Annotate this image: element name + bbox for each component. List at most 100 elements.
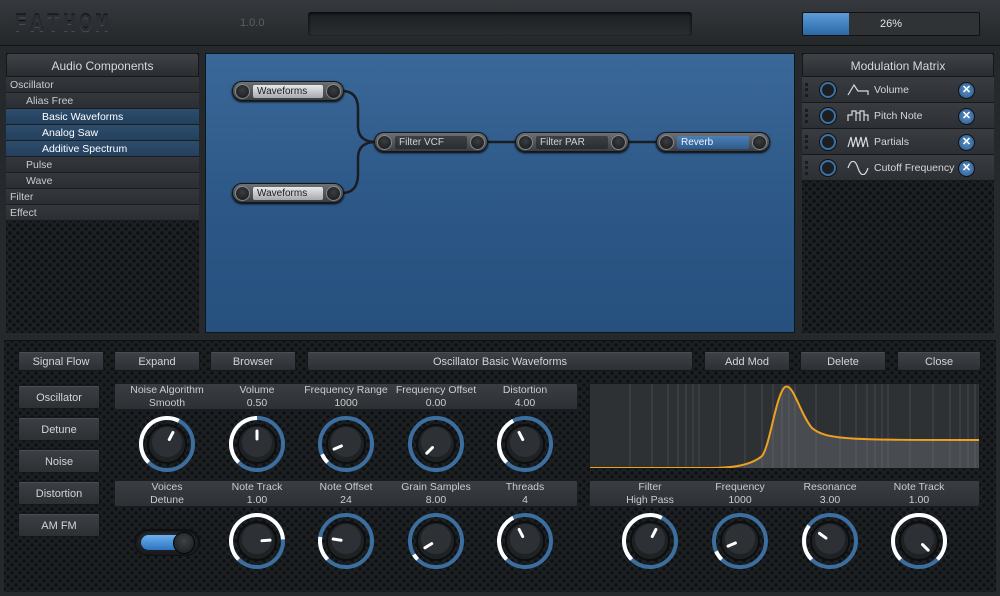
signal-flow-button[interactable]: Signal Flow (18, 351, 104, 371)
param-value: High Pass (626, 494, 674, 506)
tree-item[interactable]: Wave (6, 173, 199, 189)
param-value: 0.50 (246, 397, 268, 409)
section-oscillator-button[interactable]: Oscillator (18, 385, 100, 409)
tree-item[interactable]: Basic Waveforms (6, 109, 199, 125)
mod-row[interactable]: Pitch Note ✕ (802, 103, 994, 129)
node-output-port[interactable] (752, 135, 767, 150)
node-waveforms-1[interactable]: Waveforms (232, 81, 344, 101)
tree-item[interactable]: Filter (6, 189, 199, 205)
tree-item[interactable]: Effect (6, 205, 199, 221)
knob-note-offset[interactable] (317, 512, 375, 570)
drag-handle[interactable] (805, 161, 808, 175)
knob-distortion[interactable] (496, 415, 554, 473)
param-label: Voices Detune (123, 481, 211, 507)
remove-mod-icon[interactable]: ✕ (958, 82, 975, 99)
mod-source-knob[interactable] (820, 134, 836, 150)
node-reverb[interactable]: Reverb (656, 132, 770, 152)
tree-item[interactable]: Pulse (6, 157, 199, 173)
param-value: 4 (522, 494, 528, 506)
node-label: Filter VCF (395, 136, 467, 149)
section-distortion-button[interactable]: Distortion (18, 481, 100, 505)
expand-button[interactable]: Expand (114, 351, 200, 371)
knob-cap (725, 524, 755, 554)
param-label: Frequency Range 1000 (302, 384, 390, 410)
knob-threads[interactable] (496, 512, 554, 570)
knob-filter-resonance[interactable] (801, 512, 859, 570)
node-output-port[interactable] (326, 84, 341, 99)
param-value: Detune (150, 494, 184, 506)
mod-label: Cutoff Frequency (874, 162, 955, 174)
node-input-port[interactable] (235, 186, 250, 201)
filter-response-area (590, 386, 979, 468)
node-input-port[interactable] (377, 135, 392, 150)
node-output-port[interactable] (470, 135, 485, 150)
mod-row[interactable]: Partials ✕ (802, 129, 994, 155)
mod-source-knob[interactable] (820, 82, 836, 98)
node-input-port[interactable] (659, 135, 674, 150)
knob-cap (510, 427, 540, 457)
remove-mod-icon[interactable]: ✕ (958, 160, 975, 177)
knob-cap (510, 524, 540, 554)
tree-item[interactable]: Alias Free (6, 93, 199, 109)
param-label: Volume 0.50 (213, 384, 301, 410)
drag-handle[interactable] (805, 83, 808, 97)
add-mod-button[interactable]: Add Mod (704, 351, 790, 371)
close-button[interactable]: Close (897, 351, 981, 371)
knob-cap (331, 427, 361, 457)
mod-source-knob[interactable] (820, 108, 836, 124)
signal-flow-canvas[interactable]: Waveforms Waveforms Filter VCF Filter PA… (205, 53, 795, 333)
param-label: Threads 4 (481, 481, 569, 507)
drag-handle[interactable] (805, 135, 808, 149)
node-label: Waveforms (253, 85, 323, 98)
param-label: Filter High Pass (606, 481, 694, 507)
delete-button[interactable]: Delete (800, 351, 886, 371)
section-amfm-button[interactable]: AM FM (18, 513, 100, 537)
knob-volume[interactable] (228, 415, 286, 473)
voices-toggle[interactable] (134, 529, 200, 556)
param-value: 1000 (728, 494, 752, 506)
mod-source-knob[interactable] (820, 160, 836, 176)
param-value: 1000 (334, 397, 358, 409)
remove-mod-icon[interactable]: ✕ (958, 134, 975, 151)
audio-components-title: Audio Components (6, 53, 199, 77)
param-name: Volume (239, 384, 275, 396)
knob-note-track[interactable] (228, 512, 286, 570)
wire-wave1-vcf (341, 89, 377, 144)
knob-frequency-range[interactable] (317, 415, 375, 473)
param-name: Filter (638, 481, 662, 493)
voices-toggle-thumb[interactable] (173, 532, 195, 554)
param-label: Frequency 1000 (696, 481, 784, 507)
knob-frequency-offset[interactable] (407, 415, 465, 473)
node-label: Filter PAR (536, 136, 608, 149)
knob-filter-filter[interactable] (621, 512, 679, 570)
param-name: Resonance (803, 481, 857, 493)
node-filter-par[interactable]: Filter PAR (515, 132, 629, 152)
tree-item[interactable]: Analog Saw (6, 125, 199, 141)
node-output-port[interactable] (611, 135, 626, 150)
browser-button[interactable]: Browser (210, 351, 296, 371)
knob-noise-algorithm[interactable] (138, 415, 196, 473)
param-label: Frequency Offset 0.00 (392, 384, 480, 410)
node-output-port[interactable] (326, 186, 341, 201)
tree-item[interactable]: Additive Spectrum (6, 141, 199, 157)
node-input-port[interactable] (235, 84, 250, 99)
modulation-matrix-panel: Modulation Matrix Volume ✕ Pitch Note ✕ Part… (802, 53, 994, 333)
node-filter-vcf[interactable]: Filter VCF (374, 132, 488, 152)
remove-mod-icon[interactable]: ✕ (958, 108, 975, 125)
mod-row[interactable]: Volume ✕ (802, 77, 994, 103)
tree-item[interactable]: Oscillator (6, 77, 199, 93)
knob-grain-samples[interactable] (407, 512, 465, 570)
knob-filter-frequency[interactable] (711, 512, 769, 570)
mod-row[interactable]: Cutoff Frequency ✕ (802, 155, 994, 181)
section-noise-button[interactable]: Noise (18, 449, 100, 473)
param-label: Resonance 3.00 (786, 481, 874, 507)
node-waveforms-2[interactable]: Waveforms (232, 183, 344, 203)
drag-handle[interactable] (805, 109, 808, 123)
node-input-port[interactable] (518, 135, 533, 150)
section-detune-button[interactable]: Detune (18, 417, 100, 441)
knob-cap (815, 524, 845, 554)
knob-filter-note-track[interactable] (890, 512, 948, 570)
param-value: 0.00 (425, 397, 447, 409)
param-name: Note Offset (319, 481, 373, 493)
mod-label: Pitch Note (874, 110, 923, 122)
